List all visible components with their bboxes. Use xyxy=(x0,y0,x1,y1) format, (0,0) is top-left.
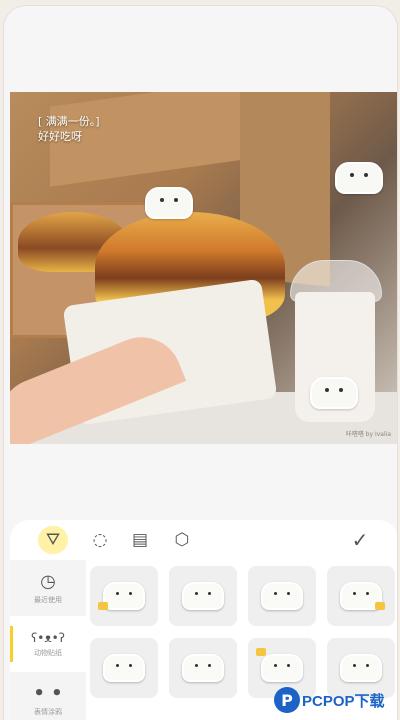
sticker-tool-glyph: ⛛ xyxy=(45,530,61,550)
sidebar-item-recent[interactable]: ◷ 最近使用 xyxy=(10,560,86,616)
sticker-cell[interactable] xyxy=(169,566,237,626)
sticker-tag xyxy=(375,602,385,610)
cat-sticker-bottom[interactable] xyxy=(310,377,358,409)
sidebar-item-label: 动物贴纸 xyxy=(34,648,62,657)
sidebar-item-animals[interactable]: ʕ•ᴥ•ʔ 动物贴纸 xyxy=(10,616,86,672)
cat-sticker-thumb xyxy=(103,582,145,610)
sticker-cell[interactable] xyxy=(90,638,158,698)
edited-photo[interactable]: [ 满满一份。] 好好吃呀 咔嗒嗒 by Ivalia xyxy=(10,92,397,444)
cat-sticker-cup[interactable] xyxy=(335,162,383,194)
category-sidebar: ◷ 最近使用 ʕ•ᴥ•ʔ 动物贴纸 • • 表情涂鸦 xyxy=(10,560,86,720)
sticker-tag xyxy=(256,648,266,656)
cat-sticker-thumb xyxy=(340,654,382,682)
pcpop-logo-icon: P xyxy=(274,687,300,713)
shape-tool-icon[interactable]: ◌ xyxy=(86,526,114,554)
cat-sticker-thumb xyxy=(182,582,224,610)
sidebar-item-label: 表情涂鸦 xyxy=(34,708,62,716)
shape-tool-glyph: ◌ xyxy=(92,530,108,550)
photo-caption: [ 满满一份。] 好好吃呀 xyxy=(38,114,100,144)
shop-tool-glyph: ▤ xyxy=(131,530,149,550)
clock-icon: ◷ xyxy=(40,571,56,592)
sticker-cell[interactable] xyxy=(90,566,158,626)
cat-sticker-thumb xyxy=(261,582,303,610)
settings-tool-icon[interactable]: ⬡ xyxy=(168,526,196,554)
pcpop-logo-text: PCPOP下载 xyxy=(302,692,385,710)
sticker-tag xyxy=(98,602,108,610)
photo-watermark: 咔嗒嗒 by Ivalia xyxy=(345,431,391,438)
sticker-cell[interactable] xyxy=(169,638,237,698)
confirm-check-glyph: ✓ xyxy=(351,528,369,552)
sticker-cell[interactable] xyxy=(248,566,316,626)
animal-sticker-icon: ʕ•ᴥ•ʔ xyxy=(31,630,65,645)
cat-sticker-thumb xyxy=(182,654,224,682)
panel-toolbar: ⛛ ◌ ▤ ⬡ ✓ xyxy=(10,520,397,558)
shop-tool-icon[interactable]: ▤ xyxy=(126,526,154,554)
cat-sticker-thumb xyxy=(261,654,303,682)
caption-line-1: [ 满满一份。] xyxy=(38,115,100,128)
sticker-tool-icon[interactable]: ⛛ xyxy=(38,526,68,554)
settings-tool-glyph: ⬡ xyxy=(174,530,190,550)
caption-line-2: 好好吃呀 xyxy=(38,130,82,143)
cat-sticker-thumb xyxy=(103,654,145,682)
cat-sticker-top[interactable] xyxy=(145,187,193,219)
phone-screen: [ 满满一份。] 好好吃呀 咔嗒嗒 by Ivalia ⛛ ◌ ▤ ⬡ ✓ ◷ … xyxy=(4,6,397,720)
sidebar-item-doodle[interactable]: • • 表情涂鸦 xyxy=(10,672,86,720)
sticker-cell[interactable] xyxy=(327,566,395,626)
pcpop-watermark-logo: P PCPOP下载 xyxy=(274,684,385,716)
sidebar-item-label: 最近使用 xyxy=(34,596,62,604)
confirm-check-icon[interactable]: ✓ xyxy=(346,526,374,554)
eyes-icon: • • xyxy=(33,683,63,704)
